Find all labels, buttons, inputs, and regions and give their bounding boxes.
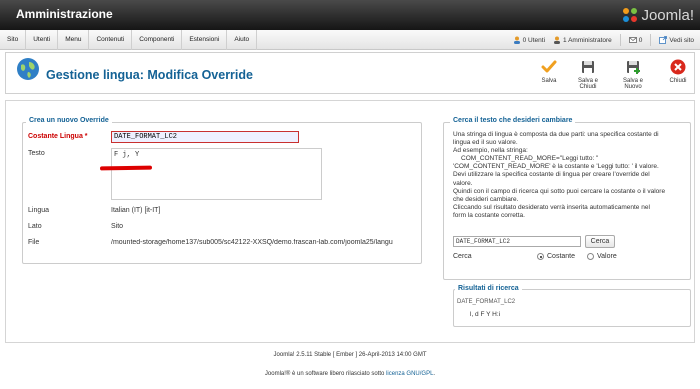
constant-input[interactable]: DATE_FORMAT_LC2 — [111, 131, 299, 143]
close-label: Chiudi — [669, 78, 687, 84]
radio-constant[interactable] — [537, 253, 544, 260]
help-line: Cliccando sul risultato desiderato verrà… — [453, 203, 650, 211]
admin-icon — [554, 36, 561, 44]
joomla-logo-icon — [623, 8, 638, 22]
footer-version: Joomla! 2.5.11 Stable [ Ember ] 26-April… — [273, 352, 427, 358]
result-key[interactable]: DATE_FORMAT_LC2 — [457, 299, 515, 305]
results-legend: Risultati di ricerca — [455, 285, 522, 292]
required-mark: * — [84, 133, 88, 140]
file-value: /mounted-storage/home137/sub005/sc42122-… — [111, 239, 393, 246]
status-messages[interactable]: 0 — [628, 36, 643, 44]
close-icon — [670, 59, 686, 75]
license-link[interactable]: licenza GNU/GPL — [386, 371, 433, 377]
help-line: che desideri cambiare. — [453, 195, 519, 203]
side-label: Lato — [28, 223, 42, 230]
mail-icon — [628, 37, 637, 43]
save-close-button[interactable]: Salva e Chiudi — [570, 59, 606, 90]
text-label: Testo — [28, 150, 45, 157]
floppy-icon — [582, 61, 594, 73]
result-value[interactable]: l, d F Y H:i — [470, 311, 500, 318]
license-prefix: Joomla!® è un software libero rilasciato… — [264, 371, 385, 377]
menu-componenti[interactable]: Componenti — [132, 30, 183, 50]
menu-menu[interactable]: Menu — [58, 30, 90, 50]
radio-value-label: Valore — [597, 253, 617, 260]
results-fieldset — [453, 289, 691, 327]
text-textarea[interactable]: F j, Y — [111, 148, 322, 200]
side-value: Sito — [111, 223, 124, 230]
admin-header: Amministrazione Joomla! — [0, 0, 700, 30]
override-legend: Crea un nuovo Override — [26, 117, 112, 124]
app-title: Amministrazione — [16, 7, 113, 21]
language-value: Italian (IT) [it-IT] — [111, 207, 161, 214]
save-new-label: Salva e Nuovo — [622, 78, 643, 90]
menu-contenuti[interactable]: Contenuti — [89, 30, 133, 50]
main-menu-bar: Sito Utenti Menu Contenuti Componenti Es… — [0, 30, 700, 50]
status-users-label: 0 Utenti — [522, 36, 546, 44]
constant-label: Costante Lingua * — [28, 133, 88, 140]
close-button[interactable]: Chiudi — [660, 59, 696, 84]
menu-estensioni[interactable]: Estensioni — [182, 30, 228, 50]
save-close-label: Salva e Chiudi — [577, 78, 598, 90]
status-messages-count: 0 — [638, 36, 643, 44]
help-line: valore. — [453, 179, 473, 187]
menu-sito[interactable]: Sito — [0, 30, 27, 50]
search-type-label: Cerca — [453, 253, 472, 260]
language-globe-icon — [17, 58, 39, 80]
file-label: File — [28, 239, 40, 246]
logo-text: Joomla! — [641, 6, 694, 24]
status-divider — [650, 34, 652, 46]
help-line: 'COM_CONTENT_READ_MORE' è la costante e … — [453, 163, 659, 171]
status-divider — [619, 34, 621, 46]
view-site-link[interactable]: Vedi sito — [659, 36, 694, 44]
status-admins-label: 1 Amministratore — [563, 36, 612, 44]
page-title: Gestione lingua: Modifica Override — [46, 68, 253, 82]
search-legend: Cerca il testo che desideri cambiare — [450, 117, 576, 124]
joomla-logo[interactable]: Joomla! — [622, 4, 694, 26]
radio-value[interactable] — [587, 253, 594, 260]
help-line: Ad esempio, nella stringa: — [453, 147, 528, 155]
floppy-plus-icon — [627, 61, 640, 74]
external-link-icon — [659, 36, 668, 44]
license-suffix: . — [433, 371, 436, 377]
help-line: form la costante corretta. — [453, 211, 525, 219]
save-new-button[interactable]: Salva e Nuovo — [615, 59, 651, 90]
help-line: Una stringa di lingua è composta da due … — [453, 131, 659, 138]
users-icon — [513, 36, 520, 44]
constant-label-text: Costante Lingua — [28, 133, 83, 140]
search-help-text: Una stringa di lingua è composta da due … — [453, 131, 689, 220]
checkmark-icon — [541, 60, 557, 73]
status-admins[interactable]: 1 Amministratore — [553, 36, 612, 44]
save-button[interactable]: Salva — [531, 59, 567, 84]
menu-utenti[interactable]: Utenti — [26, 30, 59, 50]
help-line: Quindi con il campo di ricerca qui sotto… — [453, 187, 666, 195]
search-input[interactable]: DATE_FORMAT_LC2 — [453, 236, 581, 247]
save-label: Salva — [541, 78, 557, 84]
language-label: Lingua — [28, 207, 50, 214]
footer-license: Joomla!® è un software libero rilasciato… — [0, 371, 700, 377]
menu-aiuto[interactable]: Aiuto — [227, 30, 258, 50]
search-button[interactable]: Cerca — [585, 235, 615, 248]
help-line: Devi utilizzare la specifica costante di… — [453, 171, 650, 179]
view-site-label: Vedi sito — [669, 36, 694, 44]
help-line: lingua ed il suo valore. — [453, 139, 518, 147]
radio-constant-label: Costante — [547, 253, 576, 260]
status-users[interactable]: 0 Utenti — [513, 36, 545, 44]
help-line: COM_CONTENT_READ_MORE="Leggi tutto: " — [461, 155, 599, 163]
